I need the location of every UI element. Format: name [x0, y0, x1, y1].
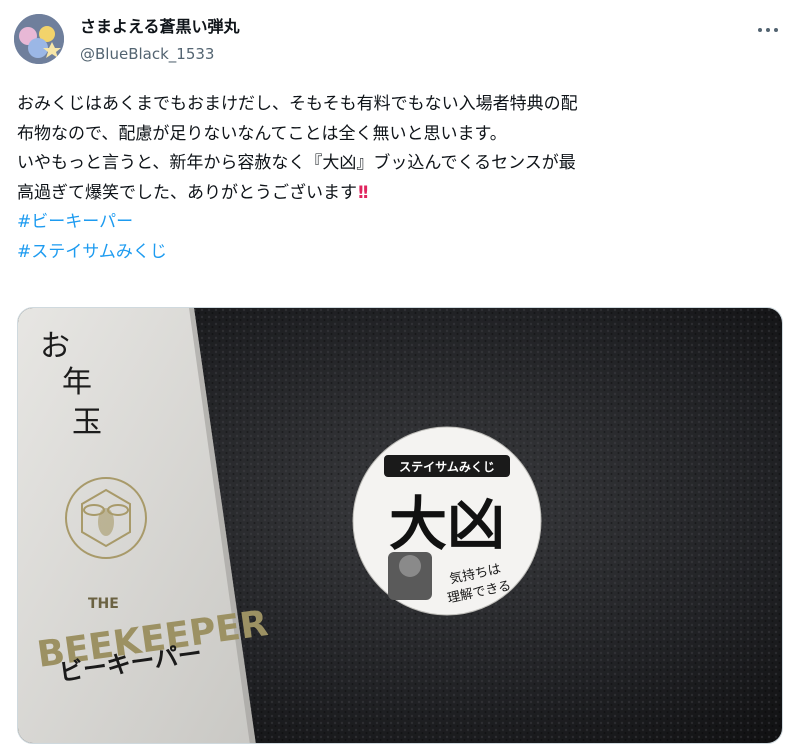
envelope-title-char: 年: [62, 365, 92, 400]
avatar-image: [14, 14, 64, 64]
double-exclamation-icon: !!: [357, 182, 369, 203]
tweet-line: いやもっと言うと、新年から容赦なく『大凶』ブッ込んでくるセンスが最: [17, 153, 576, 173]
more-dots-icon: [774, 28, 778, 32]
tweet-line-last: 高過ぎて爆笑でした、ありがとうございます!!: [17, 179, 787, 209]
more-options-button[interactable]: [752, 18, 784, 42]
display-name[interactable]: さまよえる蒼黒い弾丸: [80, 17, 240, 37]
more-dots-icon: [758, 28, 762, 32]
tweet-photo[interactable]: お 年 玉 THE BEEKEEPER ビーキーパー ステイサムみくじ 大凶 気…: [17, 307, 783, 744]
photo-image: お 年 玉 THE BEEKEEPER ビーキーパー ステイサムみくじ 大凶 気…: [18, 308, 782, 743]
tweet-line: おみくじはあくまでもおまけだし、そもそも有料でもない入場者特典の配: [17, 94, 578, 114]
more-dots-icon: [766, 28, 770, 32]
envelope-title-char: お: [40, 329, 70, 364]
tweet-text: おみくじはあくまでもおまけだし、そもそも有料でもない入場者特典の配 布物なので、…: [17, 90, 787, 267]
omikuji-sticker: ステイサムみくじ 大凶 気持ちは 理解できる: [352, 426, 542, 616]
tweet-line-text: 高過ぎて爆笑でした、ありがとうございます: [17, 182, 357, 203]
user-handle[interactable]: @BlueBlack_1533: [80, 44, 214, 64]
envelope-the-label: THE: [88, 596, 119, 612]
omikuji-banner: ステイサムみくじ: [399, 460, 495, 474]
avatar[interactable]: [14, 14, 64, 64]
tweet-line: 布物なので、配慮が足りないなんてことは全く無いと思います。: [17, 123, 507, 144]
envelope-title-char: 玉: [72, 405, 102, 440]
omikuji-result: 大凶: [389, 490, 505, 558]
hashtag-link[interactable]: #ステイサムみくじ: [17, 238, 787, 268]
hashtag-link[interactable]: #ビーキーパー: [17, 208, 787, 238]
